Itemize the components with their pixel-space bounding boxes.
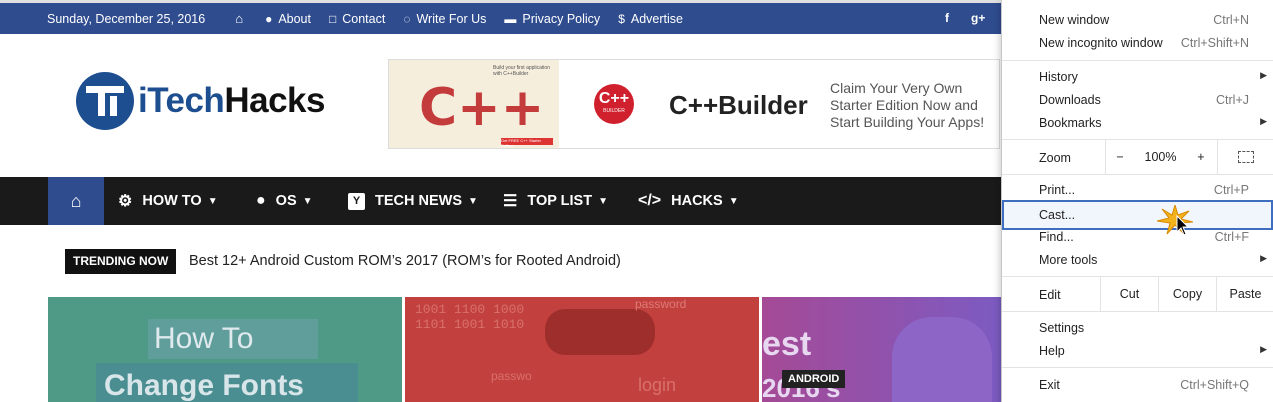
cut-button[interactable]: Cut <box>1100 277 1158 311</box>
square-icon: □ <box>328 11 337 26</box>
browser-page: Sunday, December 25, 2016 ⌂ ● About □ Cont… <box>0 0 1273 402</box>
nav-item-hacks[interactable]: </> HACKS ▼ <box>638 177 739 225</box>
paste-button[interactable]: Paste <box>1216 277 1273 311</box>
privacy-policy-link[interactable]: ▬ Privacy Policy <box>504 12 600 26</box>
y-icon: Y <box>348 192 365 210</box>
ad-copy: Claim Your Very Own Starter Edition Now … <box>830 80 985 130</box>
chevron-down-icon: ▼ <box>302 195 313 207</box>
menu-item-more-tools[interactable]: More tools ▶ <box>1002 248 1273 271</box>
write-for-us-link[interactable]: ◌ Write For Us <box>403 12 486 26</box>
zoom-level: 100% <box>1144 150 1177 164</box>
mouse-cursor-icon <box>1176 215 1190 236</box>
menu-item-downloads[interactable]: Downloads Ctrl+J <box>1002 88 1273 111</box>
chevron-down-icon: ▼ <box>728 195 739 207</box>
chevron-right-icon: ▶ <box>1260 70 1267 80</box>
cpp-builder-badge-icon: C++ BUILDER <box>594 84 634 124</box>
menu-item-exit[interactable]: Exit Ctrl+Shift+Q <box>1002 373 1273 396</box>
social-links: f g+ <box>945 11 985 25</box>
ad-cta-button[interactable]: Get FREE C++ Starter Edition <box>501 138 553 148</box>
menu-item-find[interactable]: Find... Ctrl+F <box>1002 225 1273 248</box>
site-logo[interactable]: iTechHacks <box>76 72 325 130</box>
nav-item-how-to[interactable]: ⚙ HOW TO ▼ <box>118 177 218 225</box>
dollar-icon: $ <box>618 11 625 26</box>
about-link[interactable]: ● About <box>265 12 311 26</box>
fullscreen-button[interactable] <box>1217 140 1273 174</box>
menu-item-print[interactable]: Print... Ctrl+P <box>1002 178 1273 201</box>
contact-link[interactable]: □ Contact <box>329 12 385 26</box>
chevron-right-icon: ▶ <box>1260 116 1267 126</box>
fullscreen-icon <box>1238 151 1254 163</box>
android-robot-icon <box>892 317 992 402</box>
apple-icon: ● <box>256 192 266 209</box>
nav-item-tech-news[interactable]: Y TECH NEWS ▼ <box>348 177 478 225</box>
edit-row: Edit Cut Copy Paste <box>1002 277 1273 311</box>
trending-link[interactable]: Best 12+ Android Custom ROM’s 2017 (ROM’… <box>189 253 621 269</box>
chevron-right-icon: ▶ <box>1260 344 1267 354</box>
menu-item-history[interactable]: History ▶ <box>1002 65 1273 88</box>
zoom-in-button[interactable]: + <box>1197 150 1204 164</box>
category-badge: ANDROID <box>782 370 846 388</box>
zoom-out-button[interactable]: − <box>1116 150 1123 164</box>
logo-text: iTechHacks <box>138 81 325 120</box>
menu-item-settings[interactable]: Settings <box>1002 316 1273 339</box>
gears-icon: ⚙ <box>118 193 133 210</box>
browser-menu: New window Ctrl+N New incognito window Ctr… <box>1001 0 1273 402</box>
chevron-down-icon: ▼ <box>468 195 478 207</box>
copy-button[interactable]: Copy <box>1158 277 1216 311</box>
menu-item-new-incognito[interactable]: New incognito window Ctrl+Shift+N <box>1002 31 1273 54</box>
google-plus-icon[interactable]: g+ <box>971 11 985 25</box>
menu-item-bookmarks[interactable]: Bookmarks ▶ <box>1002 111 1273 134</box>
chevron-right-icon: ▶ <box>1260 253 1267 263</box>
code-icon: </> <box>638 192 662 209</box>
list-icon: ☰ <box>503 193 518 210</box>
chevron-down-icon: ▼ <box>598 195 608 207</box>
zoom-row: Zoom − 100% + <box>1002 140 1273 174</box>
article-card-android[interactable]: est 2016's ANDROID <box>762 297 1007 402</box>
ad-artwork: Build your first application with C++Bui… <box>389 60 559 148</box>
advertise-link[interactable]: $ Advertise <box>618 12 683 26</box>
chevron-down-icon: ▼ <box>207 195 218 207</box>
trending-badge: TRENDING NOW <box>65 249 177 274</box>
ad-title: C++Builder <box>669 90 808 120</box>
logo-mark-icon <box>76 72 134 130</box>
date-label: Sunday, December 25, 2016 <box>47 11 206 26</box>
article-card-password[interactable]: 1001 1100 1000 1101 1001 1010 password p… <box>405 297 759 402</box>
article-card-fonts[interactable]: How To Change Fonts <box>48 297 402 402</box>
home-icon: ⌂ <box>70 190 82 211</box>
ad-banner[interactable]: Build your first application with C++Bui… <box>388 59 1000 149</box>
hacker-mask-icon <box>545 309 655 355</box>
whatsapp-icon: ◌ <box>403 11 411 26</box>
nav-item-top-list[interactable]: ☰ TOP LIST ▼ <box>503 177 608 225</box>
nav-item-os[interactable]: ● OS ▼ <box>256 177 313 225</box>
nav-home-button[interactable]: ⌂ <box>48 177 104 225</box>
briefcase-icon: ▬ <box>504 11 517 26</box>
menu-item-new-window[interactable]: New window Ctrl+N <box>1002 8 1273 31</box>
home-icon[interactable]: ⌂ <box>235 11 243 26</box>
user-icon: ● <box>265 11 273 26</box>
facebook-icon[interactable]: f <box>945 11 949 25</box>
menu-item-help[interactable]: Help ▶ <box>1002 339 1273 362</box>
